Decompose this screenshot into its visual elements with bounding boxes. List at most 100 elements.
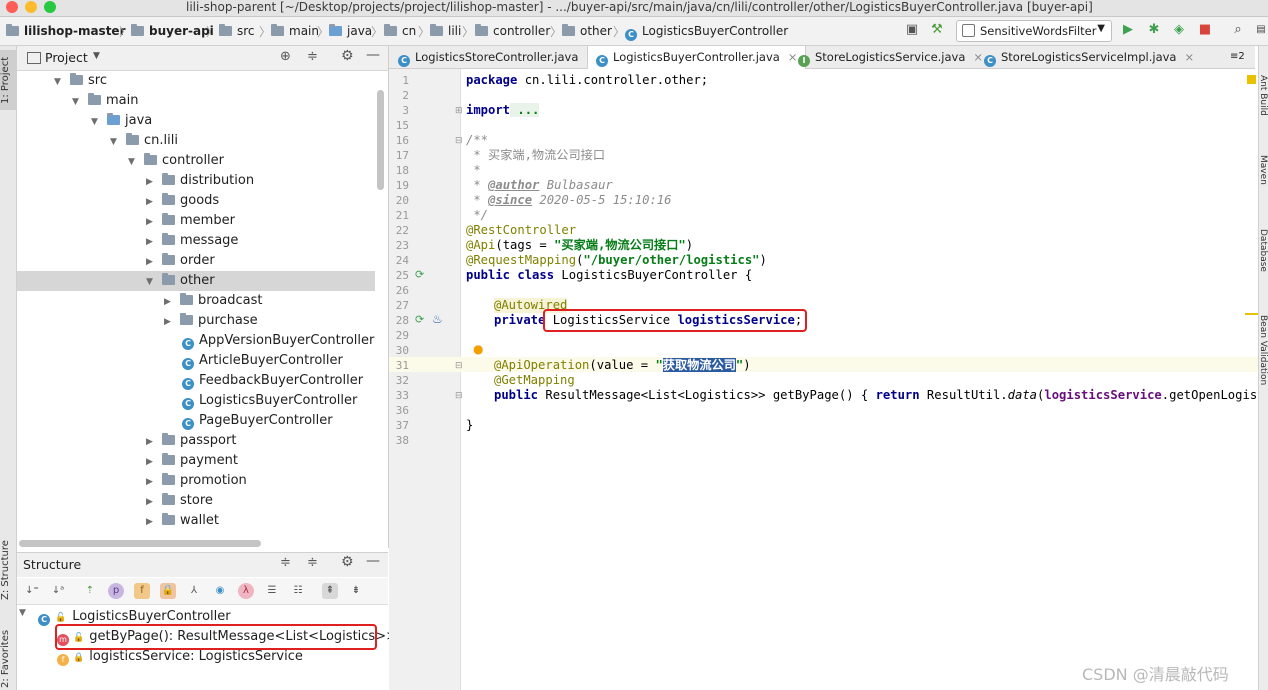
stop-icon[interactable]: ■ [1196,21,1214,39]
spring-bean-icon[interactable]: ⟳ [415,268,424,281]
chevron-right-icon[interactable]: ▶ [146,492,156,512]
line-number[interactable]: 15 [389,118,409,133]
line-number[interactable]: 36 [389,403,409,418]
collapse-icon[interactable]: ☷ [290,583,306,599]
line-number[interactable]: 31 [389,358,409,373]
line-number[interactable]: 24 [389,253,409,268]
structure-tool-tab[interactable]: Z: Structure [0,530,16,610]
breadcrumb-lili[interactable]: lili [430,23,461,39]
collapse-all-icon[interactable]: ≑ [307,555,318,570]
line-number[interactable]: 3 [389,103,409,118]
expand-all-icon[interactable]: ≑ [280,555,291,570]
project-vertical-scrollbar[interactable] [377,90,384,190]
chevron-right-icon[interactable]: ▶ [164,292,174,312]
chevron-right-icon[interactable]: ▶ [146,452,156,472]
chevron-down-icon[interactable]: ▼ [146,272,156,292]
hide-panel-icon[interactable]: — [366,553,380,569]
autoscroll-from-source-icon[interactable]: ⇟ [348,583,364,599]
tree-item-feedbackbuyercontroller[interactable]: C FeedbackBuyerController [17,371,375,391]
chevron-right-icon[interactable]: ▶ [146,232,156,252]
tab-logistics-buyer-controller[interactable]: C LogisticsBuyerController.java × [587,46,807,69]
tree-item-broadcast[interactable]: ▶ broadcast [17,291,375,311]
tree-item-goods[interactable]: ▶ goods [17,191,375,211]
show-properties-icon[interactable]: p [108,583,124,599]
tree-item-logisticsbuyercontroller[interactable]: C LogisticsBuyerController [17,391,375,411]
tree-item-java[interactable]: ▼ java [17,111,375,131]
tree-item-distribution[interactable]: ▶ distribution [17,171,375,191]
sort-alphabetically-icon[interactable]: ↓ᵃ [50,583,66,599]
breadcrumb-lilishop-master[interactable]: lilishop-master [6,23,126,39]
line-number[interactable]: 27 [389,298,409,313]
chevron-right-icon[interactable]: ▶ [146,172,156,192]
line-number[interactable]: 21 [389,208,409,223]
project-horizontal-scrollbar[interactable] [19,540,261,547]
chevron-right-icon[interactable]: ▶ [146,432,156,452]
tree-item-wallet[interactable]: ▶ wallet [17,511,375,531]
fold-icon[interactable]: ⊟ [455,136,463,146]
breadcrumb-other[interactable]: other [562,23,612,39]
show-non-public-icon[interactable]: 🔒 [160,583,176,599]
coverage-icon[interactable]: ◈ [1170,21,1188,39]
fold-icon[interactable]: ⊟ [455,361,463,371]
tree-item-purchase[interactable]: ▶ purchase [17,311,375,331]
line-number[interactable]: 38 [389,433,409,448]
breadcrumb-java[interactable]: java [329,23,372,39]
tree-item-other[interactable]: ▼ other [17,271,375,291]
chevron-down-icon[interactable]: ▼ [72,92,82,112]
chevron-down-icon[interactable]: ▼ [93,51,100,61]
sort-by-visibility-icon[interactable]: ↓⁼ [24,583,40,599]
chevron-down-icon[interactable]: ▼ [91,112,101,132]
line-number[interactable]: 28 [389,313,409,328]
project-tool-tab[interactable]: 1: Project [0,50,16,110]
line-number[interactable]: 37 [389,418,409,433]
breadcrumb-main[interactable]: main [271,23,319,39]
search-icon[interactable]: ⌕ [1229,21,1247,39]
show-interfaces-icon[interactable]: ⅄ [186,583,202,599]
tree-item-promotion[interactable]: ▶ promotion [17,471,375,491]
tree-item-articlebuyercontroller[interactable]: C ArticleBuyerController [17,351,375,371]
tree-item-cn-lili[interactable]: ▼ cn.lili [17,131,375,151]
chevron-right-icon[interactable]: ▶ [146,512,156,532]
run-icon[interactable]: ▶ [1119,21,1137,39]
tab-store-logistics-service[interactable]: I StoreLogisticsService.java × [798,46,983,68]
tree-item-message[interactable]: ▶ message [17,231,375,251]
tree-item-pagebuyercontroller[interactable]: C PageBuyerController [17,411,375,431]
project-structure-icon[interactable]: ▣ [903,21,921,39]
breadcrumb-src[interactable]: src [219,23,255,39]
line-number[interactable]: 1 [389,73,409,88]
close-window-button[interactable] [6,1,18,13]
chevron-down-icon[interactable]: ▼ [54,72,64,92]
line-number[interactable]: 26 [389,283,409,298]
tree-item-passport[interactable]: ▶ passport [17,431,375,451]
ant-build-tab[interactable]: Ant Build [1258,70,1268,120]
hide-panel-icon[interactable]: — [366,47,380,63]
tree-item-controller[interactable]: ▼ controller [17,151,375,171]
chevron-right-icon[interactable]: ▶ [146,192,156,212]
line-number[interactable]: 18 [389,163,409,178]
show-inherited-icon[interactable]: ⇡ [82,583,98,599]
line-number[interactable]: 2 [389,88,409,103]
expand-icon[interactable]: ☰ [264,583,280,599]
fold-icon[interactable]: ⊟ [455,391,463,401]
breadcrumb-cn[interactable]: cn [384,23,416,39]
autoscroll-to-source-icon[interactable]: ⇞ [322,583,338,599]
show-lambdas-icon[interactable]: λ [238,583,254,599]
chevron-down-icon[interactable]: ▼ [110,132,120,152]
tree-item-order[interactable]: ▶ order [17,251,375,271]
minimize-window-button[interactable] [25,1,37,13]
line-number[interactable]: 33 [389,388,409,403]
warning-marker-icon[interactable] [1247,75,1256,84]
tab-store-logistics-service-impl[interactable]: C StoreLogisticsServiceImpl.java × [984,46,1194,68]
intention-bulb-icon[interactable]: ● [473,342,483,356]
tree-item-store[interactable]: ▶ store [17,491,375,511]
breadcrumb-logistics-buyer-controller[interactable]: C LogisticsBuyerController [625,23,788,41]
more-icon[interactable]: ▤ [1252,21,1268,39]
database-tab[interactable]: Database [1258,225,1268,275]
favorites-tool-tab[interactable]: 2: Favorites [0,628,16,690]
spring-bean-icon[interactable]: ⟳ [415,313,424,326]
navigate-to-bean-icon[interactable]: ♨ [432,312,443,326]
tree-item-member[interactable]: ▶ member [17,211,375,231]
close-tab-icon[interactable]: × [973,50,983,64]
gear-icon[interactable]: ⚙ [341,48,354,64]
tree-item-main[interactable]: ▼ main [17,91,375,111]
